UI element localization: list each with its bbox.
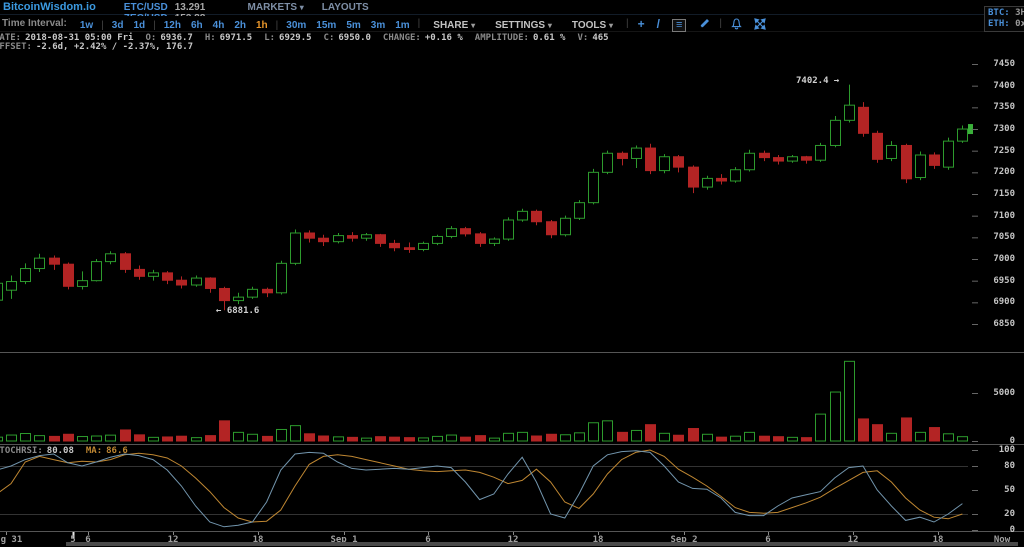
donation-btc-address[interactable]: 3H24 <box>1015 8 1024 18</box>
horizontal-scrollbar-handle[interactable] <box>66 542 1018 546</box>
chart-canvas[interactable] <box>0 0 1024 547</box>
donation-eth-address[interactable]: 0xD6 <box>1015 19 1024 29</box>
stochrsi-ma-name: MA: <box>86 446 102 456</box>
stochrsi-value: 80.08 <box>47 446 74 456</box>
donation-btc-label: BTC: <box>988 8 1010 18</box>
donation-eth-label: ETH: <box>988 19 1010 29</box>
stochrsi-label: STOCHRSI: 80.08 MA: 86.6 <box>0 446 128 456</box>
donation-address-box: BTC: 3H24 ETH: 0xD6 <box>984 6 1024 32</box>
stochrsi-name: STOCHRSI: <box>0 446 43 456</box>
bitcoinwisdom-app: BitcoinWisdom.io BTC/USD7299.9ETH/USD296… <box>0 0 1024 547</box>
stochrsi-ma-value: 86.6 <box>106 446 128 456</box>
